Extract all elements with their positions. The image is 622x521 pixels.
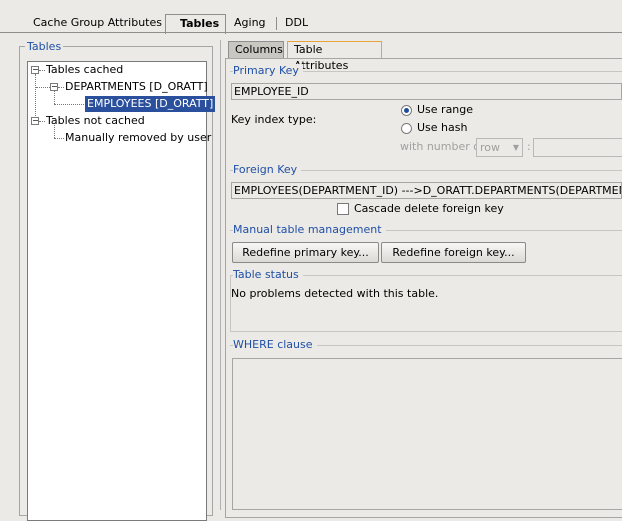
tables-group-title: Tables [25, 40, 64, 53]
where-clause-title: WHERE clause [233, 338, 317, 351]
tree-line [39, 121, 45, 122]
tree-line [54, 104, 84, 105]
foreign-key-title: Foreign Key [233, 163, 302, 176]
cascade-delete-label[interactable]: Cascade delete foreign key [354, 202, 504, 215]
tree-node-departments[interactable]: DEPARTMENTS [D_ORATT] [65, 79, 208, 95]
redefine-foreign-key-button[interactable]: Redefine foreign key... [381, 242, 526, 263]
tree-node-tables-cached[interactable]: Tables cached [46, 62, 123, 78]
tree-node-tables-not-cached[interactable]: Tables not cached [46, 113, 145, 129]
collapse-icon[interactable]: − [31, 117, 39, 125]
status-border [230, 331, 622, 332]
row-select-value: row [480, 141, 501, 154]
with-number-label: with number of [400, 140, 484, 153]
row-select[interactable]: row ▼ [476, 138, 523, 157]
tree-node-employees[interactable]: EMPLOYEES [D_ORATT] [85, 96, 216, 112]
collapse-icon[interactable]: − [50, 83, 58, 91]
tree-line [39, 70, 45, 71]
primary-key-title: Primary Key [233, 64, 303, 77]
tree-line [54, 91, 55, 104]
key-index-type-label: Key index type: [231, 113, 317, 126]
collapse-icon[interactable]: − [31, 66, 39, 74]
tab-columns[interactable]: Columns [228, 41, 284, 58]
primary-key-value: EMPLOYEE_ID [231, 83, 622, 100]
tree-line [35, 74, 36, 122]
table-status-title: Table status [233, 268, 303, 281]
hash-number-input[interactable] [533, 138, 622, 157]
tab-table-attributes[interactable]: Table Attributes [287, 41, 382, 72]
tree-line [54, 125, 55, 138]
redefine-primary-key-button[interactable]: Redefine primary key... [232, 242, 379, 263]
tab-separator [276, 17, 277, 30]
use-hash-label[interactable]: Use hash [417, 121, 467, 134]
where-clause-textarea[interactable] [232, 358, 622, 510]
tables-tree[interactable]: − Tables cached − DEPARTMENTS [D_ORATT] … [27, 61, 216, 521]
tree-line [36, 87, 50, 88]
table-status-message: No problems detected with this table. [231, 287, 439, 300]
tab-ddl[interactable]: DDL [285, 14, 308, 32]
chevron-down-icon: ▼ [512, 143, 519, 152]
tab-strip-divider [0, 32, 622, 33]
use-range-label[interactable]: Use range [417, 103, 473, 116]
tab-aging[interactable]: Aging [234, 14, 266, 32]
colon-label: : [527, 140, 531, 153]
foreign-key-value[interactable]: EMPLOYEES(DEPARTMENT_ID) --->D_ORATT.DEP… [231, 182, 622, 199]
splitter[interactable] [220, 40, 221, 510]
use-hash-radio[interactable] [401, 123, 412, 134]
manual-management-title: Manual table management [233, 223, 386, 236]
status-border [230, 275, 231, 332]
tab-tables[interactable]: Tables [165, 14, 227, 34]
tab-cache-group-attributes[interactable]: Cache Group Attributes [33, 14, 162, 32]
tree-line [58, 87, 64, 88]
cascade-delete-checkbox[interactable] [337, 203, 349, 215]
use-range-radio[interactable] [401, 105, 412, 116]
tree-node-manually-removed[interactable]: Manually removed by user [65, 130, 211, 146]
tree-line [54, 138, 64, 139]
